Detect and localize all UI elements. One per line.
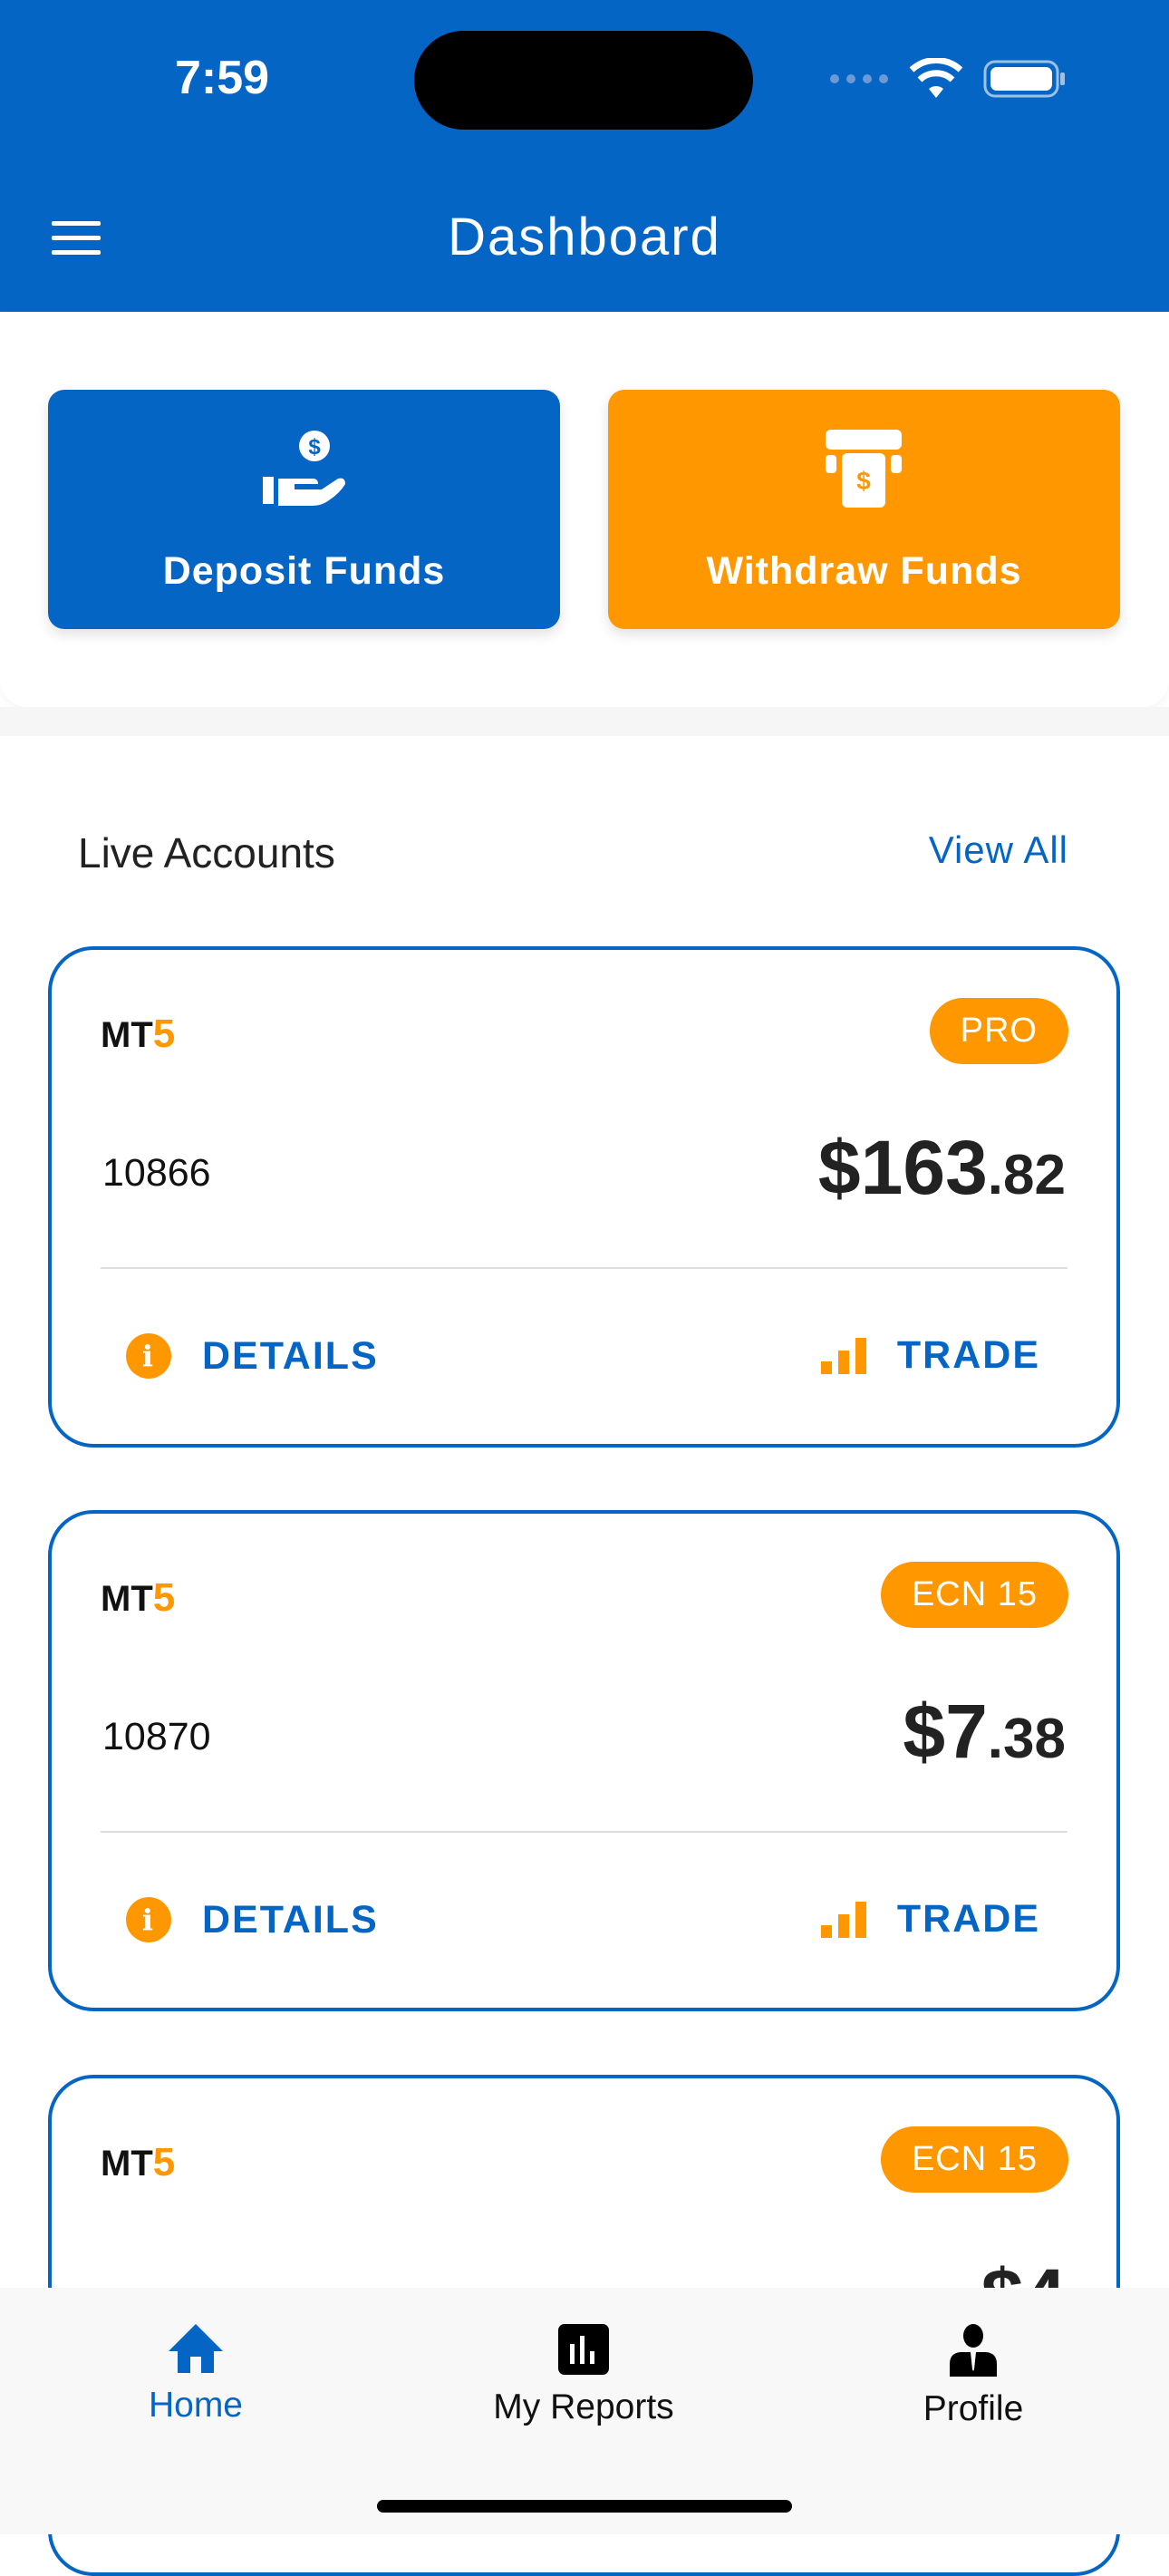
deposit-funds-button[interactable]: $ Deposit Funds (48, 390, 560, 629)
account-type-badge: PRO (929, 998, 1068, 1064)
platform-label: MT5 (101, 1012, 176, 1056)
hand-coin-icon: $ (263, 431, 345, 506)
section-divider (0, 707, 1169, 736)
info-icon: i (126, 1333, 171, 1379)
svg-text:$: $ (856, 467, 871, 495)
dynamic-island (414, 31, 753, 130)
status-time: 7:59 (174, 52, 270, 104)
details-button[interactable]: i DETAILS (126, 1897, 379, 1942)
profile-icon (950, 2324, 997, 2377)
svg-text:$: $ (308, 435, 321, 460)
details-button[interactable]: i DETAILS (126, 1333, 379, 1379)
wifi-icon (909, 58, 963, 98)
account-balance: $163.82 (817, 1125, 1066, 1210)
cellular-signal-icon (830, 74, 888, 83)
trade-button[interactable]: TRADE (820, 1897, 1040, 1942)
withdraw-funds-label: Withdraw Funds (706, 549, 1022, 593)
view-all-link[interactable]: View All (929, 828, 1068, 872)
trade-button[interactable]: TRADE (820, 1333, 1040, 1378)
platform-label: MT5 (101, 1575, 176, 1620)
card-divider (101, 1267, 1068, 1269)
page-title: Dashboard (448, 208, 721, 266)
withdraw-funds-button[interactable]: $ Withdraw Funds (608, 390, 1120, 629)
bar-chart-icon (820, 1337, 866, 1374)
account-card: MT5 PRO 10866 $163.82 i DETAILS TRADE (48, 946, 1120, 1448)
card-divider (101, 1831, 1068, 1833)
battery-icon (983, 60, 1065, 98)
home-indicator (377, 2500, 792, 2513)
account-balance: $7.38 (903, 1689, 1066, 1774)
nav-profile[interactable]: Profile (837, 2324, 1109, 2429)
atm-cash-icon: $ (826, 430, 902, 508)
platform-label: MT5 (101, 2140, 176, 2184)
reports-icon (558, 2324, 609, 2375)
home-icon (169, 2324, 223, 2373)
account-type-badge: ECN 15 (880, 1562, 1068, 1628)
bottom-navigation: Home My Reports Profile (0, 2288, 1169, 2534)
account-card: MT5 ECN 15 10870 $7.38 i DETAILS TRADE (48, 1510, 1120, 2011)
deposit-funds-label: Deposit Funds (162, 549, 446, 593)
info-icon: i (126, 1897, 171, 1942)
live-accounts-heading: Live Accounts (78, 829, 335, 876)
account-number: 10866 (102, 1151, 211, 1195)
nav-home[interactable]: Home (60, 2324, 332, 2426)
account-type-badge: ECN 15 (880, 2126, 1068, 2193)
nav-my-reports[interactable]: My Reports (448, 2324, 720, 2427)
bar-chart-icon (820, 1901, 866, 1938)
account-number: 10870 (102, 1715, 211, 1758)
